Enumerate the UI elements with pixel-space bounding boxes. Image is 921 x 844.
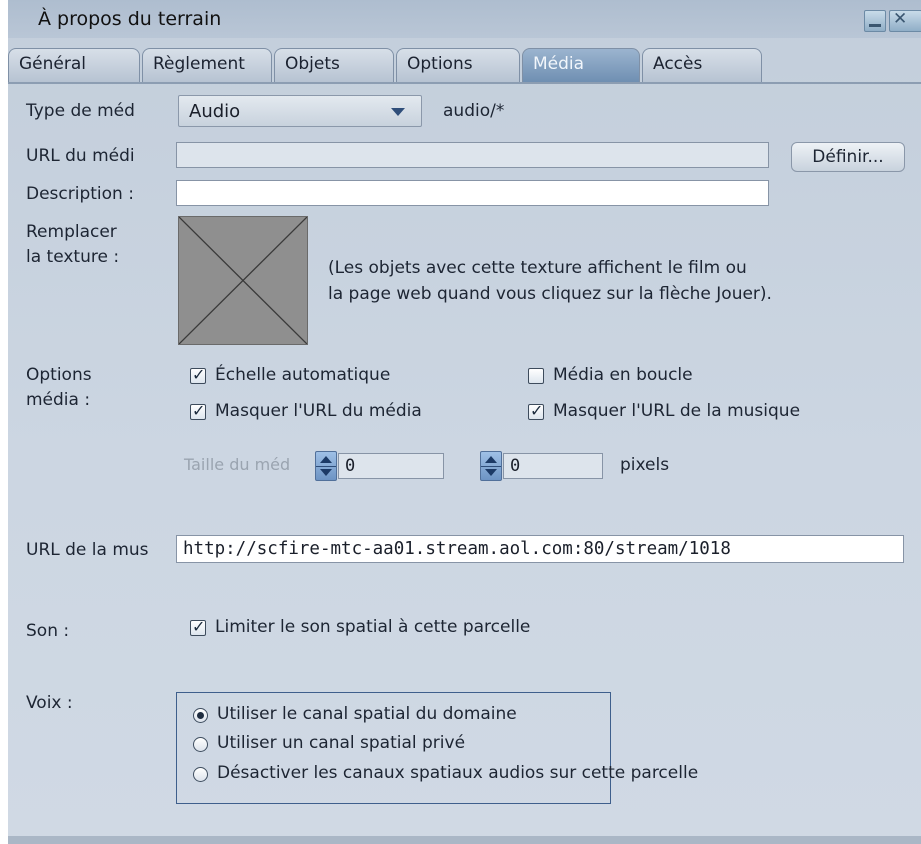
tab-label: Média xyxy=(533,54,585,74)
media-type-value: Audio xyxy=(189,101,241,122)
replace-texture-label-line2: la texture : xyxy=(26,247,120,267)
media-size-label: Taille du méd xyxy=(184,455,291,474)
media-loop-checkbox[interactable] xyxy=(528,368,544,384)
tab-options[interactable]: Options xyxy=(396,48,520,82)
check-icon: ✓ xyxy=(530,401,544,420)
tab-general[interactable]: Général xyxy=(8,48,140,82)
tab-rules[interactable]: Règlement xyxy=(142,48,272,82)
auto-scale-checkbox[interactable]: ✓ xyxy=(190,365,206,384)
media-type-dropdown[interactable]: Audio xyxy=(178,95,422,127)
title-bar[interactable]: À propos du terrain xyxy=(8,0,921,38)
minimize-icon[interactable] xyxy=(864,10,886,32)
hide-media-url-checkbox[interactable]: ✓ xyxy=(190,401,206,420)
description-label: Description : xyxy=(26,184,134,204)
width-spinner-icon[interactable] xyxy=(315,451,337,481)
voice-option-disable-label: Désactiver les canaux spatiaux audios su… xyxy=(217,763,699,783)
set-button-label: Définir... xyxy=(812,147,884,167)
tab-objects[interactable]: Objets xyxy=(274,48,394,82)
check-icon: ✓ xyxy=(192,365,206,384)
media-width-field[interactable] xyxy=(338,453,444,479)
window-title: À propos du terrain xyxy=(38,8,222,30)
tab-label: Options xyxy=(407,54,473,74)
tab-bar: Général Règlement Objets Options Média A… xyxy=(8,46,921,84)
media-height-field[interactable] xyxy=(503,453,603,479)
sound-label: Son : xyxy=(26,621,70,641)
hide-media-url-label: Masquer l'URL du média xyxy=(215,401,422,421)
texture-picker[interactable] xyxy=(178,216,308,345)
hide-music-url-label: Masquer l'URL de la musique xyxy=(553,401,801,421)
set-media-url-button[interactable]: Définir... xyxy=(791,142,905,172)
hide-music-url-checkbox[interactable]: ✓ xyxy=(528,401,544,420)
voice-radio-estate[interactable] xyxy=(193,708,208,723)
auto-scale-label: Échelle automatique xyxy=(215,365,391,385)
description-field[interactable] xyxy=(176,180,769,206)
radio-dot-icon xyxy=(197,712,204,719)
texture-note-line2: la page web quand vous cliquez sur la fl… xyxy=(328,284,772,304)
about-land-window: À propos du terrain Général Règlement Ob… xyxy=(8,0,921,844)
media-loop-label: Média en boucle xyxy=(553,365,693,385)
music-url-label: URL de la mus xyxy=(26,540,149,560)
tab-label: Accès xyxy=(653,54,703,74)
restrict-spatial-sound-checkbox[interactable]: ✓ xyxy=(190,617,206,636)
tab-label: Objets xyxy=(285,54,340,74)
height-spinner-icon[interactable] xyxy=(480,451,502,481)
media-url-field[interactable] xyxy=(176,142,769,168)
voice-label: Voix : xyxy=(26,693,73,713)
close-icon[interactable] xyxy=(889,9,921,32)
voice-option-estate-label: Utiliser le canal spatial du domaine xyxy=(217,704,517,724)
media-type-label: Type de méd xyxy=(26,101,135,121)
voice-option-private-label: Utiliser un canal spatial privé xyxy=(217,733,466,753)
voice-radio-private[interactable] xyxy=(193,737,208,752)
pixels-label: pixels xyxy=(620,455,670,475)
texture-note-line1: (Les objets avec cette texture affichent… xyxy=(328,258,747,278)
restrict-spatial-sound-label: Limiter le son spatial à cette parcelle xyxy=(215,617,531,637)
media-options-label-line1: Options xyxy=(26,365,92,385)
media-options-label-line2: média : xyxy=(26,390,91,410)
tab-access[interactable]: Accès xyxy=(642,48,762,82)
media-url-label: URL du médi xyxy=(26,146,135,166)
mime-type-text: audio/* xyxy=(443,101,505,121)
music-url-field[interactable] xyxy=(176,535,904,563)
tab-label: Règlement xyxy=(153,54,245,74)
empty-texture-icon xyxy=(178,216,308,345)
tab-media[interactable]: Média xyxy=(522,48,640,82)
replace-texture-label-line1: Remplacer xyxy=(26,222,117,242)
check-icon: ✓ xyxy=(192,401,206,420)
tab-label: Général xyxy=(19,54,86,74)
voice-radio-disable[interactable] xyxy=(193,767,208,782)
dropdown-arrow-icon xyxy=(391,108,405,116)
check-icon: ✓ xyxy=(192,617,206,636)
window-bottom-edge xyxy=(8,836,921,844)
